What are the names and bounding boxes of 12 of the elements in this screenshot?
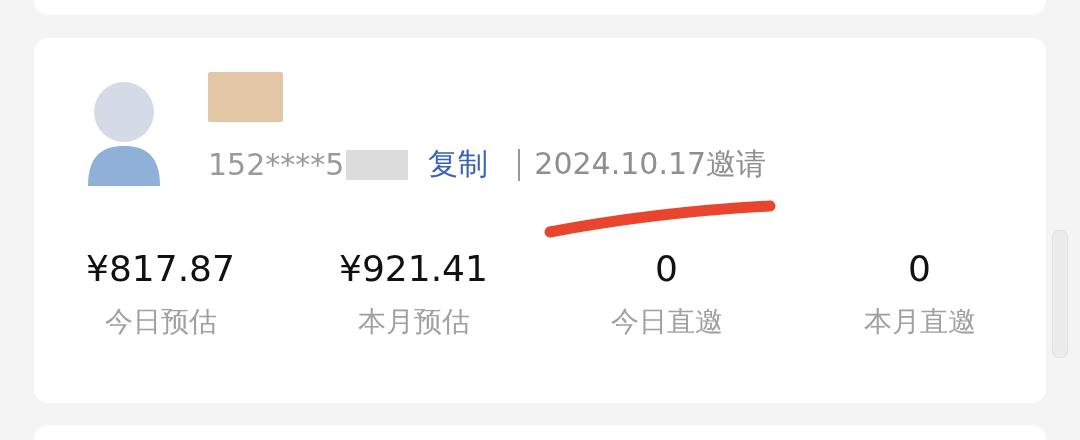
copy-link[interactable]: 复制: [428, 144, 489, 185]
stat-label: 今日预估: [104, 304, 217, 340]
stat-label: 本月直邀: [863, 304, 976, 340]
invite-date: 2024.10.17邀请: [534, 145, 767, 183]
stat-label: 本月预估: [357, 304, 470, 340]
stat-value: 0: [908, 248, 931, 289]
stat-value: ¥817.87: [86, 248, 235, 289]
stat-value: ¥921.41: [339, 248, 488, 289]
phone-number: 152****5: [208, 147, 345, 182]
redacted-digits: [346, 149, 409, 180]
stat-value: 0: [655, 248, 678, 289]
stat-label: 今日直邀: [610, 304, 723, 340]
